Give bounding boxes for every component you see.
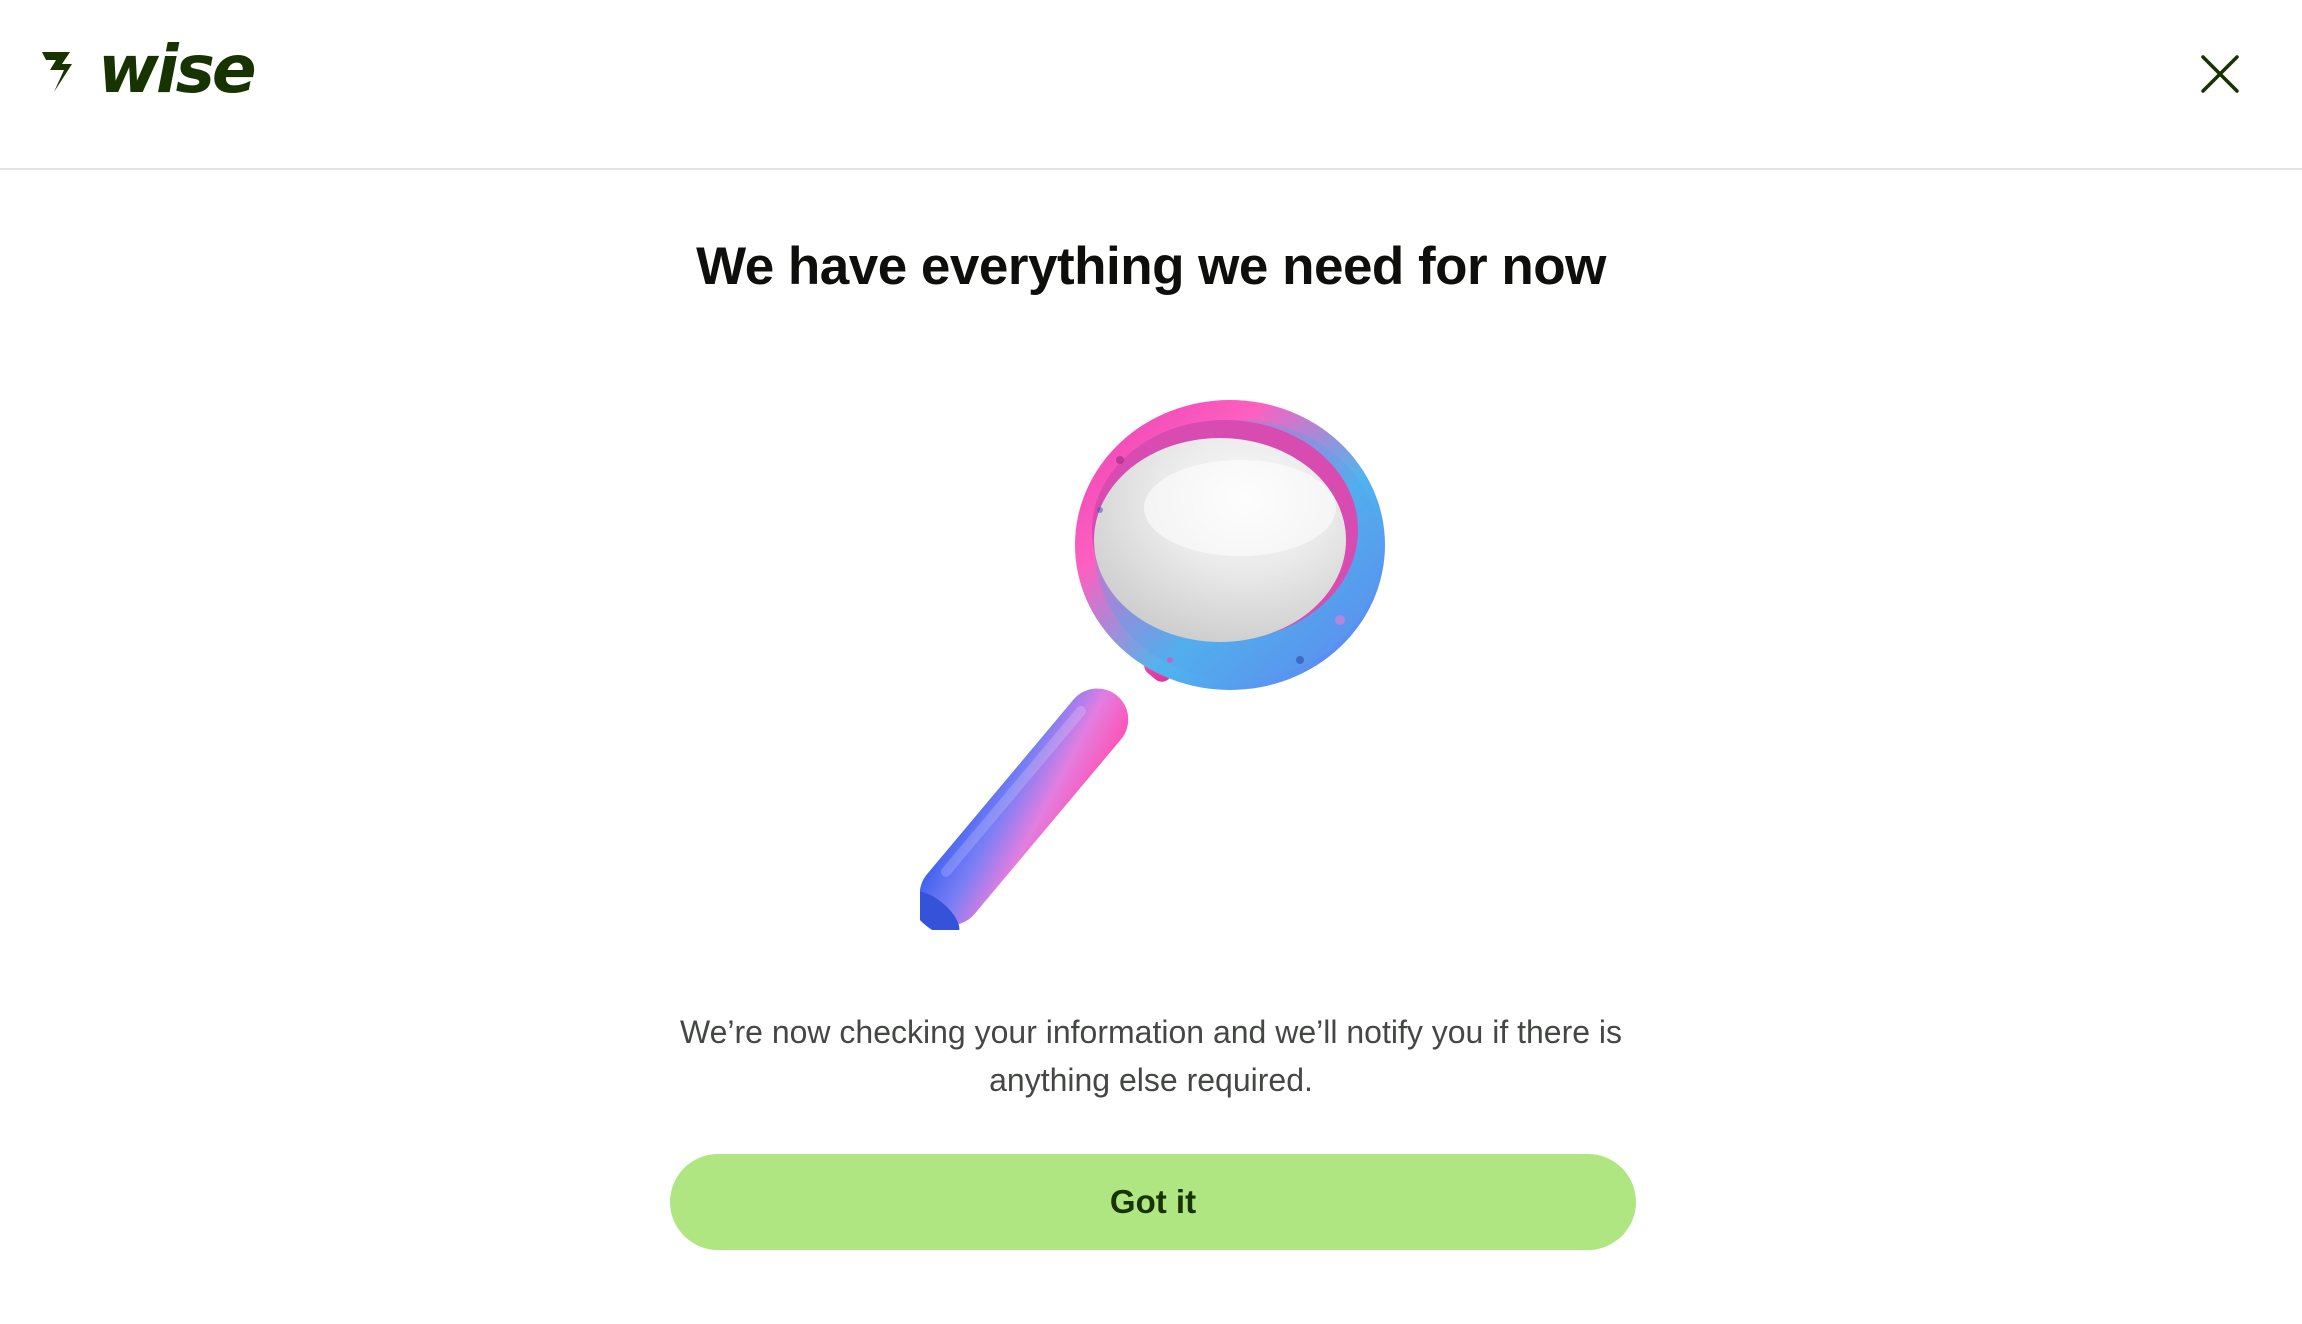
page-title: We have everything we need for now <box>696 237 1606 296</box>
got-it-button[interactable]: Got it <box>670 1154 1636 1250</box>
status-message: We’re now checking your information and … <box>679 1014 1623 1098</box>
close-icon <box>2201 55 2239 93</box>
wise-logo-text: wise <box>98 31 257 108</box>
top-bar: wise <box>0 0 2302 170</box>
magnifying-glass-icon <box>920 400 1385 930</box>
close-button[interactable] <box>2196 50 2244 98</box>
wise-flag-icon <box>42 52 72 92</box>
wise-logo[interactable]: wise <box>38 31 257 108</box>
